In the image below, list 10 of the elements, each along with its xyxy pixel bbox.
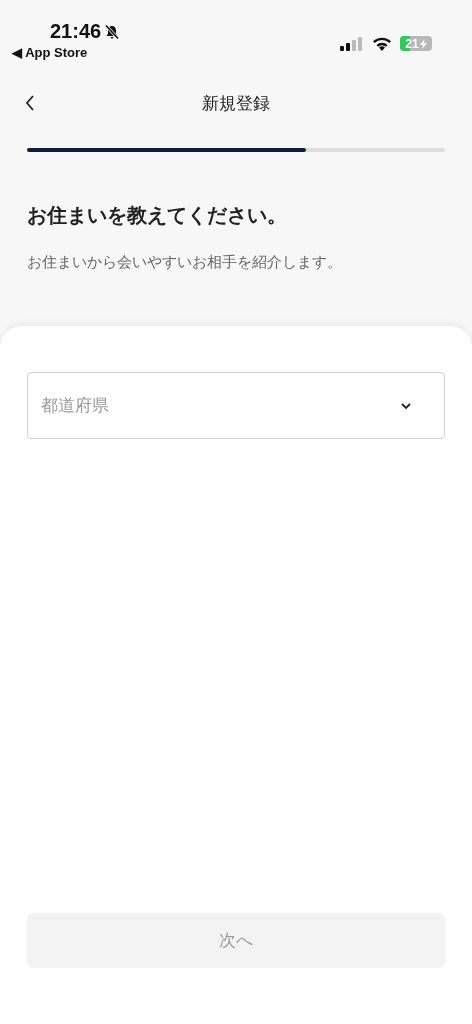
screen-title: 新規登録 bbox=[202, 91, 270, 115]
prefecture-select[interactable]: 都道府県 bbox=[27, 372, 445, 439]
select-placeholder: 都道府県 bbox=[41, 394, 109, 417]
wifi-icon bbox=[372, 36, 392, 51]
status-time: 21:46 bbox=[50, 20, 102, 43]
question-heading: お住まいを教えてください。 bbox=[27, 202, 288, 229]
signal-icon bbox=[340, 36, 364, 51]
question-subtitle: お住まいから会いやすいお相手を紹介します。 bbox=[27, 253, 343, 272]
chevron-down-icon bbox=[400, 401, 412, 410]
back-to-app-link[interactable]: ◀ App Store bbox=[12, 45, 88, 60]
